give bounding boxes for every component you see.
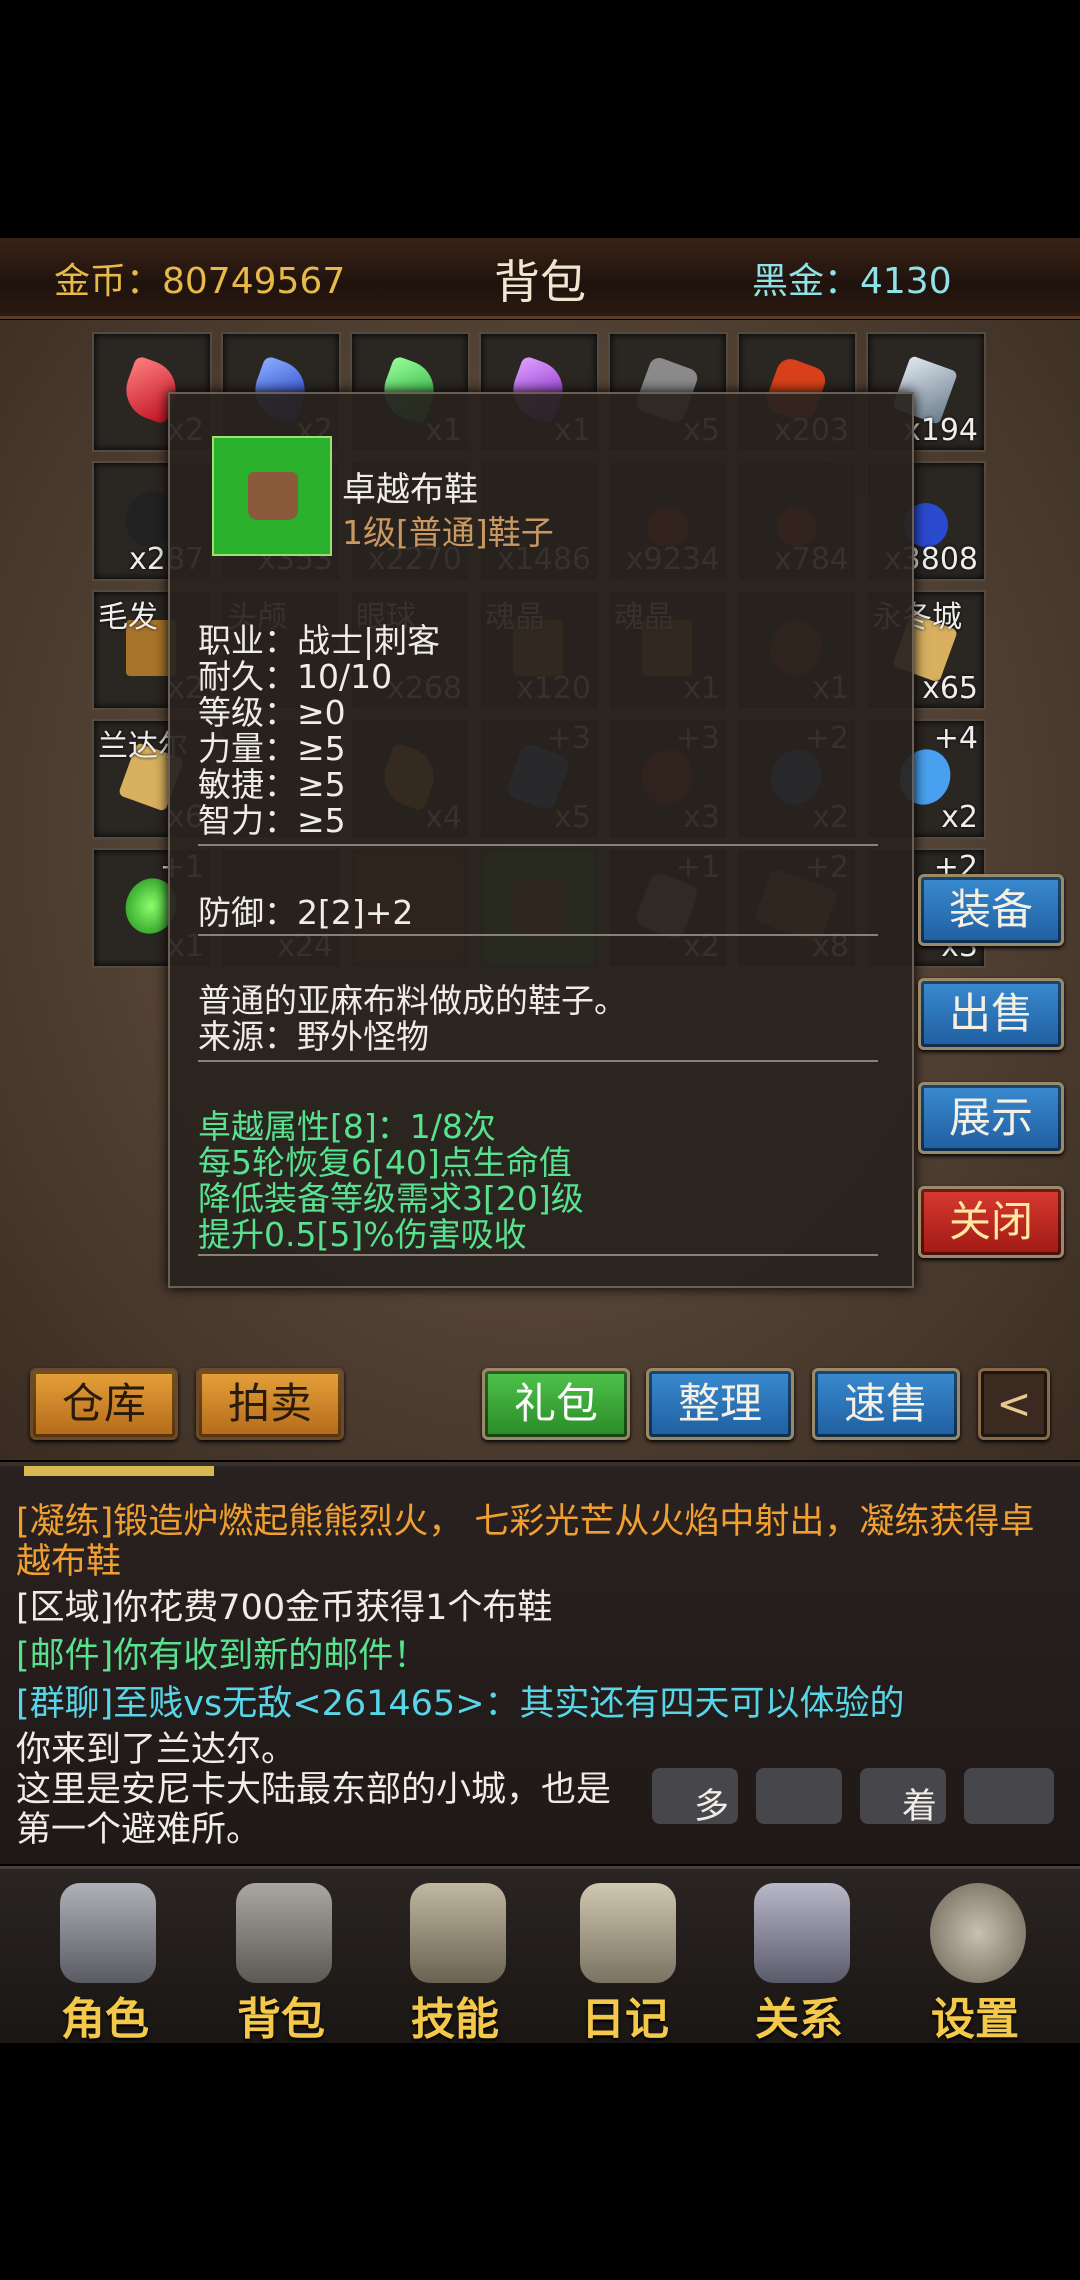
nav-role[interactable]: 角色 — [20, 1869, 190, 2045]
chat-forge-message: [凝练]锻造炉燃起熊熊烈火， 七彩光芒从火焰中射出，凝练获得卓越布鞋 — [16, 1502, 1035, 1582]
gift-button[interactable]: 礼包 — [482, 1368, 630, 1440]
sort-button[interactable]: 整理 — [646, 1368, 794, 1440]
black-gold-counter: 黑金：4130 — [752, 261, 952, 302]
chat-system-line-1: 你来到了兰达尔。 — [16, 1730, 297, 1770]
close-button[interactable]: 关闭 — [918, 1186, 1064, 1258]
excellent-attr-3: 提升0.5[5]%伤害吸收 — [198, 1215, 527, 1254]
chat-obscured-text: 着 — [902, 1787, 938, 1827]
divider — [198, 1254, 878, 1256]
quick-sell-button[interactable]: 速售 — [812, 1368, 960, 1440]
collapse-arrow-button[interactable]: < — [978, 1368, 1050, 1440]
sell-button[interactable]: 出售 — [918, 978, 1064, 1050]
equip-button[interactable]: 装备 — [918, 874, 1064, 946]
item-name: 卓越布鞋 — [342, 470, 478, 510]
auction-button[interactable]: 拍卖 — [196, 1368, 344, 1440]
chat-tab-indicator — [24, 1466, 214, 1476]
compass-icon[interactable] — [756, 1768, 842, 1824]
nav-relation[interactable]: 关系 — [714, 1869, 884, 2045]
gauntlet-handshake-icon — [754, 1883, 850, 1983]
divider — [198, 844, 878, 846]
req-intellect: 智力：≥5 — [198, 801, 346, 840]
nav-bag[interactable]: 背包 — [196, 1869, 366, 2045]
helmet-icon — [60, 1883, 156, 1983]
boots-icon — [248, 472, 298, 520]
backpack-icon — [236, 1883, 332, 1983]
bag-header: 金币：80749567 背包 黑金：4130 — [0, 238, 1080, 319]
show-button[interactable]: 展示 — [918, 1082, 1064, 1154]
chat-region-message: [区域]你花费700金币获得1个布鞋 — [16, 1588, 553, 1628]
chat-mail-message: [邮件]你有收到新的邮件！ — [16, 1636, 429, 1676]
item-subtitle: 1级[普通]鞋子 — [342, 513, 554, 552]
scroll-icon — [580, 1883, 676, 1983]
item-source: 来源：野外怪物 — [198, 1017, 429, 1056]
gear-icon — [930, 1883, 1026, 1983]
nav-diary[interactable]: 日记 — [540, 1869, 710, 2045]
item-tooltip: 卓越布鞋 1级[普通]鞋子 职业：战士|刺客 耐久：10/10 等级：≥0 力量… — [168, 392, 914, 1288]
item-icon-frame — [212, 436, 332, 556]
divider — [198, 1060, 878, 1062]
chat-group-message: [群聊]至贱vs无敌<261465>：其实还有四天可以体验的 — [16, 1684, 905, 1724]
chat-bubble-icon[interactable] — [964, 1768, 1054, 1824]
spellbook-icon — [410, 1883, 506, 1983]
bottom-nav: 角色 背包 技能 日记 关系 设置 — [0, 1866, 1080, 2045]
divider — [198, 934, 878, 936]
warehouse-button[interactable]: 仓库 — [30, 1368, 178, 1440]
chat-obscured-text: 多 — [694, 1787, 730, 1827]
nav-skill[interactable]: 技能 — [370, 1869, 540, 2045]
defense-stat: 防御：2[2]+2 — [198, 893, 414, 932]
nav-settings[interactable]: 设置 — [890, 1869, 1060, 2045]
